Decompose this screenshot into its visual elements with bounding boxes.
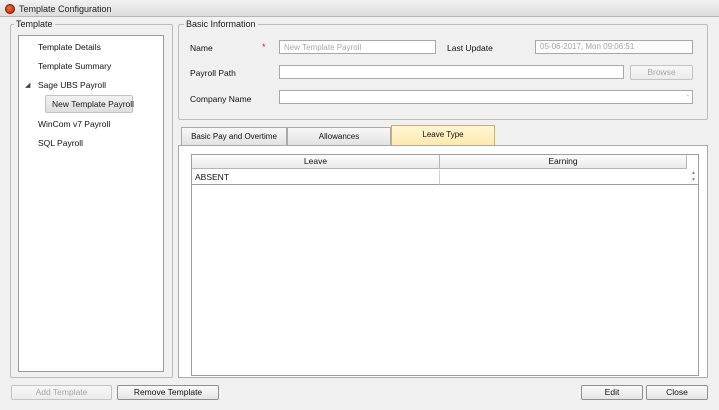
payroll-path-input[interactable] — [279, 65, 624, 79]
column-header-earning[interactable]: Earning — [440, 155, 687, 169]
template-tree[interactable]: Template Details Template Summary ◢ Sage… — [18, 35, 164, 372]
edit-button[interactable]: Edit — [581, 385, 643, 400]
earning-cell[interactable] — [440, 170, 698, 185]
leave-cell[interactable]: ABSENT — [192, 170, 440, 185]
column-header-leave[interactable]: Leave — [192, 155, 440, 169]
tab-allowances[interactable]: Allowances — [287, 127, 391, 145]
basic-information-label: Basic Information — [184, 19, 258, 29]
template-group-label: Template — [14, 19, 55, 29]
add-template-button[interactable]: Add Template — [11, 385, 112, 400]
tree-item-label: New Template Payroll — [52, 99, 135, 109]
tree-item-new-template-payroll[interactable]: New Template Payroll — [45, 95, 135, 113]
close-button[interactable]: Close — [646, 385, 708, 400]
tab-basic-pay-and-overtime[interactable]: Basic Pay and Overtime — [181, 127, 287, 145]
company-name-label: Company Name — [190, 94, 252, 104]
last-update-field: 05-06-2017, Mon 09:06:51 — [535, 40, 693, 54]
last-update-label: Last Update — [447, 43, 493, 53]
name-label: Name — [190, 43, 213, 53]
app-icon — [5, 4, 15, 14]
window-title: Template Configuration — [19, 4, 112, 14]
tree-item-wincom-v7-payroll[interactable]: WinCom v7 Payroll — [38, 119, 110, 129]
expander-icon[interactable]: ◢ — [25, 81, 30, 89]
dropdown-icon[interactable]: - — [687, 91, 689, 103]
tree-item-sage-ubs-payroll[interactable]: Sage UBS Payroll — [38, 80, 106, 90]
title-bar: Template Configuration — [0, 0, 719, 17]
tree-item-template-details[interactable]: Template Details — [38, 42, 101, 52]
browse-button[interactable]: Browse — [630, 65, 693, 80]
remove-template-button[interactable]: Remove Template — [117, 385, 219, 400]
tab-leave-type[interactable]: Leave Type — [391, 125, 495, 146]
required-marker: * — [262, 42, 266, 52]
spinner-icon[interactable]: ▲ ▼ — [689, 170, 698, 184]
payroll-path-label: Payroll Path — [190, 68, 236, 78]
tree-item-template-summary[interactable]: Template Summary — [38, 61, 111, 71]
name-input[interactable] — [279, 40, 436, 54]
company-name-dropdown[interactable]: - — [279, 90, 693, 104]
leave-grid[interactable]: Leave Earning ABSENT ▲ ▼ — [191, 154, 699, 376]
tree-item-sql-payroll[interactable]: SQL Payroll — [38, 138, 83, 148]
